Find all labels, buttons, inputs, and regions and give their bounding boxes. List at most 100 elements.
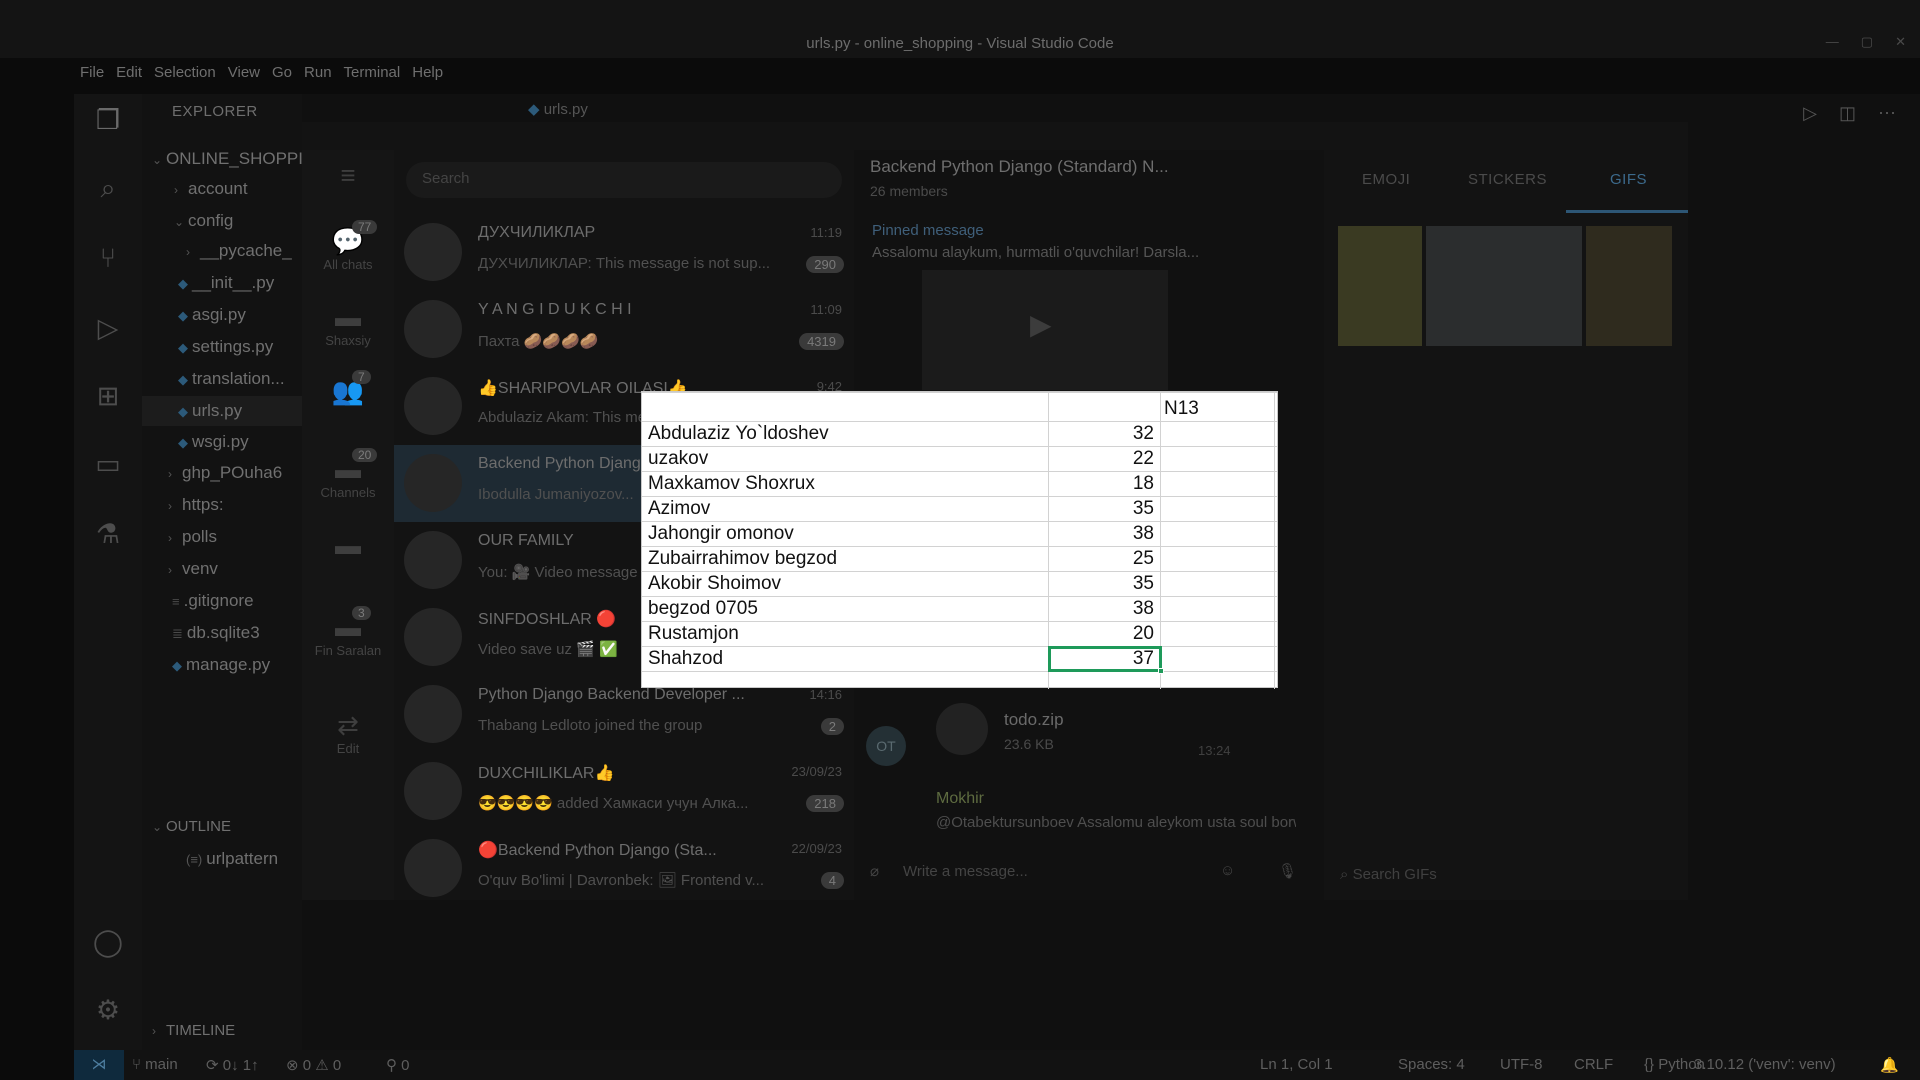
tree-file-init[interactable]: ◆ __init__.py <box>178 268 274 298</box>
search-icon[interactable]: ⌕ <box>90 170 126 206</box>
tree-file-translation[interactable]: ◆ translation... <box>178 364 285 394</box>
status-ports[interactable]: ⚲ 0 <box>386 1056 410 1074</box>
menu-go[interactable]: Go <box>272 64 292 81</box>
score-cell[interactable]: 35 <box>1054 496 1154 521</box>
account-icon[interactable]: ◯ <box>90 924 126 960</box>
name-cell[interactable]: Abdulaziz Yo`ldoshev <box>648 421 829 446</box>
score-cell[interactable]: 25 <box>1054 546 1154 571</box>
tree-folder-config[interactable]: ⌄ config <box>174 206 233 236</box>
tree-file-db[interactable]: ≣ db.sqlite3 <box>172 618 260 648</box>
microphone-icon[interactable]: 🎙 <box>1278 862 1297 880</box>
gif-thumbnail[interactable] <box>1426 226 1582 346</box>
name-cell[interactable]: Jahongir omonov <box>648 521 794 546</box>
run-debug-icon[interactable]: ▷ <box>90 310 126 346</box>
folder-channels[interactable]: ▬ 20 Channels <box>302 448 394 500</box>
score-cell[interactable]: 38 <box>1054 596 1154 621</box>
name-cell[interactable]: Rustamjon <box>648 621 739 646</box>
telegram-search-input[interactable]: Search <box>406 162 842 198</box>
folder-shaxsiy[interactable]: ▬ Shaxsiy <box>302 302 394 348</box>
maximize-button[interactable]: ▢ <box>1861 34 1873 50</box>
chat-item[interactable]: 🔴Backend Python Django (Sta... 22/09/23 O'… <box>394 830 854 907</box>
score-cell[interactable]: 20 <box>1054 621 1154 646</box>
tree-folder-account[interactable]: › account <box>174 174 248 204</box>
name-cell[interactable]: uzakov <box>648 446 708 471</box>
score-cell[interactable]: 32 <box>1054 421 1154 446</box>
menu-terminal[interactable]: Terminal <box>344 64 401 81</box>
outline-item[interactable]: (≡) urlpattern <box>186 844 278 874</box>
folder-edit[interactable]: ⇄ Edit <box>302 710 394 756</box>
status-interpreter[interactable]: 3.10.12 ('venv': venv) <box>1694 1056 1836 1073</box>
folder-other[interactable]: ▬ <box>302 530 394 561</box>
folder-groups[interactable]: 👥 7 <box>302 370 394 407</box>
file-message[interactable]: todo.zip 23.6 KB 13:24 <box>936 703 1231 761</box>
timeline-header[interactable]: › TIMELINE <box>152 1016 235 1046</box>
menu-view[interactable]: View <box>228 64 260 81</box>
file-icon[interactable] <box>936 703 988 755</box>
tab-gifs[interactable]: GIFS <box>1610 171 1647 188</box>
status-encoding[interactable]: UTF-8 <box>1500 1056 1543 1073</box>
gif-thumbnail[interactable] <box>1338 226 1422 346</box>
tree-file-manage[interactable]: ◆ manage.py <box>172 650 270 680</box>
menu-edit[interactable]: Edit <box>116 64 142 81</box>
name-cell[interactable]: Shahzod <box>648 646 723 671</box>
folder-fin-saralan[interactable]: ▬ 3 Fin Saralan <box>302 606 394 658</box>
explorer-icon[interactable]: ❐ <box>90 102 126 138</box>
name-cell[interactable]: Maxkamov Shoxrux <box>648 471 815 496</box>
gif-thumbnail[interactable] <box>1586 226 1672 346</box>
conversation-title[interactable]: Backend Python Django (Standard) N... <box>870 157 1169 177</box>
tree-file-wsgi[interactable]: ◆ wsgi.py <box>178 427 249 457</box>
tree-folder-polls[interactable]: › polls <box>168 522 217 552</box>
editor-tab-urls[interactable]: ◆ urls.py <box>528 100 588 118</box>
hamburger-menu-icon[interactable]: ≡ <box>302 160 394 191</box>
status-position[interactable]: Ln 1, Col 1 <box>1260 1056 1333 1073</box>
fill-handle[interactable] <box>1158 668 1164 674</box>
name-cell[interactable]: begzod 0705 <box>648 596 758 621</box>
testing-icon[interactable]: ⚗ <box>90 516 126 552</box>
score-cell[interactable]: 35 <box>1054 571 1154 596</box>
more-actions-icon[interactable]: ⋯ <box>1878 103 1896 124</box>
tree-file-asgi[interactable]: ◆ asgi.py <box>178 300 246 330</box>
tab-emoji[interactable]: EMOJI <box>1362 171 1410 188</box>
menu-selection[interactable]: Selection <box>154 64 216 81</box>
chat-item[interactable]: Y A N G I D U K C H I 11:09 Пахта 🥔🥔🥔🥔 4319 <box>394 291 854 368</box>
status-sync[interactable]: ⟳ 0↓ 1↑ <box>206 1056 259 1074</box>
header-cell-n13[interactable]: N13 <box>1164 396 1199 421</box>
video-message[interactable]: ▶ <box>922 270 1168 390</box>
project-root[interactable]: ⌄ ONLINE_SHOPPI <box>152 144 302 174</box>
tree-file-gitignore[interactable]: ≡ .gitignore <box>172 586 254 616</box>
pinned-label[interactable]: Pinned message <box>872 222 984 239</box>
tree-folder-venv[interactable]: › venv <box>168 554 218 584</box>
menu-run[interactable]: Run <box>304 64 332 81</box>
tree-folder-pycache[interactable]: › __pycache_ <box>186 236 292 266</box>
score-cell[interactable]: 22 <box>1054 446 1154 471</box>
run-file-icon[interactable]: ▷ <box>1803 103 1817 124</box>
status-spaces[interactable]: Spaces: 4 <box>1398 1056 1465 1073</box>
status-problems[interactable]: ⊗ 0 ⚠ 0 <box>286 1056 341 1074</box>
folder-all-chats[interactable]: 💬 77 All chats <box>302 220 394 272</box>
gif-search-input[interactable]: ⌕ Search GIFs <box>1340 866 1437 883</box>
name-cell[interactable]: Akobir Shoimov <box>648 571 781 596</box>
chat-item[interactable]: ДУХЧИЛИКЛАР 11:19 ДУХЧИЛИКЛАР: This messag… <box>394 214 854 291</box>
notifications-bell-icon[interactable]: 🔔 <box>1880 1056 1899 1074</box>
pinned-text[interactable]: Assalomu alaykum, hurmatli o'quvchilar! … <box>872 244 1262 261</box>
avatar[interactable]: OT <box>866 726 906 766</box>
name-cell[interactable]: Zubairrahimov begzod <box>648 546 837 571</box>
tree-file-urls[interactable]: ◆ urls.py <box>142 396 302 426</box>
chat-item[interactable]: DUXCHILIKLAR👍 23/09/23 😎😎😎😎 added Хамкаси … <box>394 753 854 830</box>
remote-explorer-icon[interactable]: ▭ <box>90 446 126 482</box>
tree-folder-ghp[interactable]: › ghp_POuha6 <box>168 458 282 488</box>
minimize-button[interactable]: — <box>1826 34 1839 50</box>
status-eol[interactable]: CRLF <box>1574 1056 1613 1073</box>
tree-file-settings[interactable]: ◆ settings.py <box>178 332 273 362</box>
score-cell[interactable]: 18 <box>1054 471 1154 496</box>
menu-file[interactable]: File <box>80 64 104 81</box>
outline-header[interactable]: ⌄ OUTLINE <box>152 812 231 842</box>
score-cell[interactable]: 38 <box>1054 521 1154 546</box>
remote-indicator-icon[interactable]: ⋊ <box>74 1050 124 1080</box>
message-input[interactable]: ⌀ Write a message... ☺ 🎙 <box>870 862 1310 880</box>
settings-gear-icon[interactable]: ⚙ <box>90 992 126 1028</box>
split-editor-icon[interactable]: ◫ <box>1839 103 1856 124</box>
tree-folder-https[interactable]: › https: <box>168 490 224 520</box>
source-control-icon[interactable]: ⑂ <box>90 240 126 276</box>
extensions-icon[interactable]: ⊞ <box>90 378 126 414</box>
